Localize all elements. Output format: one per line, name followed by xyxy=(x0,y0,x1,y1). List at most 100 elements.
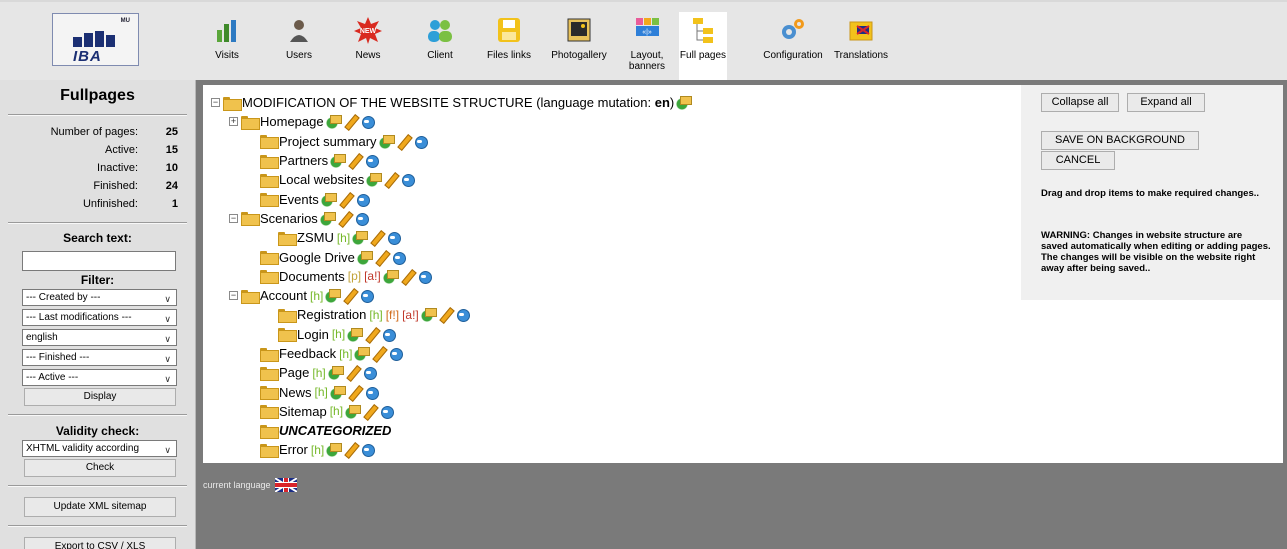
tree-node-label[interactable]: UNCATEGORIZED xyxy=(279,423,391,438)
export-csv-xls-button[interactable]: Export to CSV / XLS xyxy=(24,537,176,549)
collapse-toggle-icon[interactable]: − xyxy=(229,291,238,301)
toolbar-photogallery[interactable]: Photogallery xyxy=(546,16,612,61)
cancel-button[interactable]: CANCEL xyxy=(1041,151,1115,170)
edit-pencil-icon[interactable] xyxy=(347,153,362,168)
uk-flag-icon[interactable] xyxy=(274,478,297,492)
toolbar-news[interactable]: NEW News xyxy=(350,16,386,61)
edit-pencil-icon[interactable] xyxy=(369,230,384,245)
view-magnifier-icon[interactable] xyxy=(413,134,428,149)
view-magnifier-icon[interactable] xyxy=(400,172,416,188)
tree-node[interactable]: Feedback [h] xyxy=(211,344,691,363)
add-page-icon[interactable] xyxy=(319,210,336,226)
add-page-icon[interactable] xyxy=(325,288,342,304)
toolbar-layout-banners[interactable]: «|» Layout, banners xyxy=(626,16,668,72)
search-input[interactable] xyxy=(22,251,176,271)
view-magnifier-icon[interactable] xyxy=(388,346,404,361)
add-page-icon[interactable] xyxy=(345,403,362,419)
tree-node-label[interactable]: Feedback xyxy=(279,346,336,361)
tree-node-label[interactable]: Login xyxy=(297,327,329,342)
tree-node[interactable]: News [h] xyxy=(211,382,691,401)
tree-node[interactable]: UNCATEGORIZED xyxy=(211,421,691,440)
collapse-toggle-icon[interactable]: − xyxy=(229,213,238,223)
filter-finished[interactable]: --- Finished --- ∨ xyxy=(22,349,177,366)
save-on-background-button[interactable]: SAVE ON BACKGROUND xyxy=(1041,131,1199,150)
view-magnifier-icon[interactable] xyxy=(381,327,397,342)
add-page-icon[interactable] xyxy=(320,191,337,207)
tree-node[interactable]: Registration [h] [f!] [a!] xyxy=(211,305,691,324)
add-page-icon[interactable] xyxy=(354,346,371,361)
edit-pencil-icon[interactable] xyxy=(347,385,362,400)
view-magnifier-icon[interactable] xyxy=(364,385,379,400)
add-page-icon[interactable] xyxy=(420,307,437,323)
view-magnifier-icon[interactable] xyxy=(362,365,377,381)
edit-pencil-icon[interactable] xyxy=(400,269,415,284)
tree-node-label[interactable]: Local websites xyxy=(279,172,364,187)
tree-node-label[interactable]: Account xyxy=(260,288,307,303)
add-page-icon[interactable] xyxy=(327,365,344,381)
edit-pencil-icon[interactable] xyxy=(362,404,377,419)
tree-node[interactable]: Sitemap [h] xyxy=(211,402,691,421)
add-page-icon[interactable] xyxy=(325,114,342,130)
collapse-toggle-icon[interactable]: − xyxy=(211,98,220,108)
tree-node-label[interactable]: Page xyxy=(279,365,309,380)
tree-node[interactable]: Events xyxy=(211,189,691,208)
toolbar-files-links[interactable]: Files links xyxy=(484,16,534,61)
view-magnifier-icon[interactable] xyxy=(364,153,380,169)
edit-pencil-icon[interactable] xyxy=(345,365,360,380)
expand-all-button[interactable]: Expand all xyxy=(1127,93,1205,112)
edit-pencil-icon[interactable] xyxy=(371,346,386,361)
tree-node-label[interactable]: News xyxy=(279,385,312,400)
edit-pencil-icon[interactable] xyxy=(337,211,352,226)
view-magnifier-icon[interactable] xyxy=(455,307,470,323)
tree-node[interactable]: Documents [p] [a!] xyxy=(211,267,691,286)
edit-pencil-icon[interactable] xyxy=(342,288,357,303)
check-button[interactable]: Check xyxy=(24,459,176,477)
tree-node-label[interactable]: Events xyxy=(279,192,319,207)
edit-pencil-icon[interactable] xyxy=(374,250,389,265)
tree-node-label[interactable]: Partners xyxy=(279,153,328,168)
edit-pencil-icon[interactable] xyxy=(338,192,353,207)
add-page-icon[interactable] xyxy=(326,442,343,458)
filter-language[interactable]: english ∨ xyxy=(22,329,177,346)
edit-pencil-icon[interactable] xyxy=(364,327,379,342)
tree-node[interactable]: + Homepage xyxy=(211,112,691,131)
validity-select[interactable]: XHTML validity according ∨ xyxy=(22,440,177,457)
view-magnifier-icon[interactable] xyxy=(359,288,375,304)
view-magnifier-icon[interactable] xyxy=(391,250,406,265)
add-page-icon[interactable] xyxy=(676,95,693,111)
tree-node-label[interactable]: ZSMU xyxy=(297,230,334,245)
view-magnifier-icon[interactable] xyxy=(379,404,395,419)
tree-node[interactable]: − Account [h] xyxy=(211,286,691,305)
add-page-icon[interactable] xyxy=(330,153,347,169)
display-button[interactable]: Display xyxy=(24,388,176,406)
edit-pencil-icon[interactable] xyxy=(343,114,358,129)
add-page-icon[interactable] xyxy=(378,133,395,149)
expand-toggle-icon[interactable]: + xyxy=(229,117,238,127)
view-magnifier-icon[interactable] xyxy=(360,442,376,458)
tree-node-label[interactable]: Registration xyxy=(297,307,366,322)
filter-created-by[interactable]: --- Created by --- ∨ xyxy=(22,289,177,306)
tree-node[interactable]: ZSMU [h] xyxy=(211,228,691,247)
tree-node[interactable]: Login [h] xyxy=(211,325,691,344)
add-page-icon[interactable] xyxy=(352,230,369,246)
edit-pencil-icon[interactable] xyxy=(438,307,453,322)
toolbar-client[interactable]: Client xyxy=(422,16,458,61)
toolbar-configuration[interactable]: Configuration xyxy=(758,16,828,61)
update-xml-sitemap-button[interactable]: Update XML sitemap xyxy=(24,497,176,517)
toolbar-translations[interactable]: Translations xyxy=(830,16,892,61)
tree-node-label[interactable]: Documents xyxy=(279,269,345,284)
add-page-icon[interactable] xyxy=(329,384,346,400)
view-magnifier-icon[interactable] xyxy=(386,230,402,246)
add-page-icon[interactable] xyxy=(347,326,364,342)
tree-node[interactable]: Error [h] xyxy=(211,440,691,459)
edit-pencil-icon[interactable] xyxy=(383,172,398,187)
filter-last-modifications[interactable]: --- Last modifications --- ∨ xyxy=(22,309,177,326)
toolbar-visits[interactable]: Visits xyxy=(210,16,244,61)
tree-node-label[interactable]: Error xyxy=(279,442,308,457)
view-magnifier-icon[interactable] xyxy=(360,114,375,130)
edit-pencil-icon[interactable] xyxy=(396,134,411,149)
tree-node[interactable]: Google Drive xyxy=(211,247,691,266)
tree-node-label[interactable]: Sitemap xyxy=(279,404,327,419)
tree-node-label[interactable]: Scenarios xyxy=(260,211,318,226)
tree-node[interactable]: Partners xyxy=(211,151,691,170)
